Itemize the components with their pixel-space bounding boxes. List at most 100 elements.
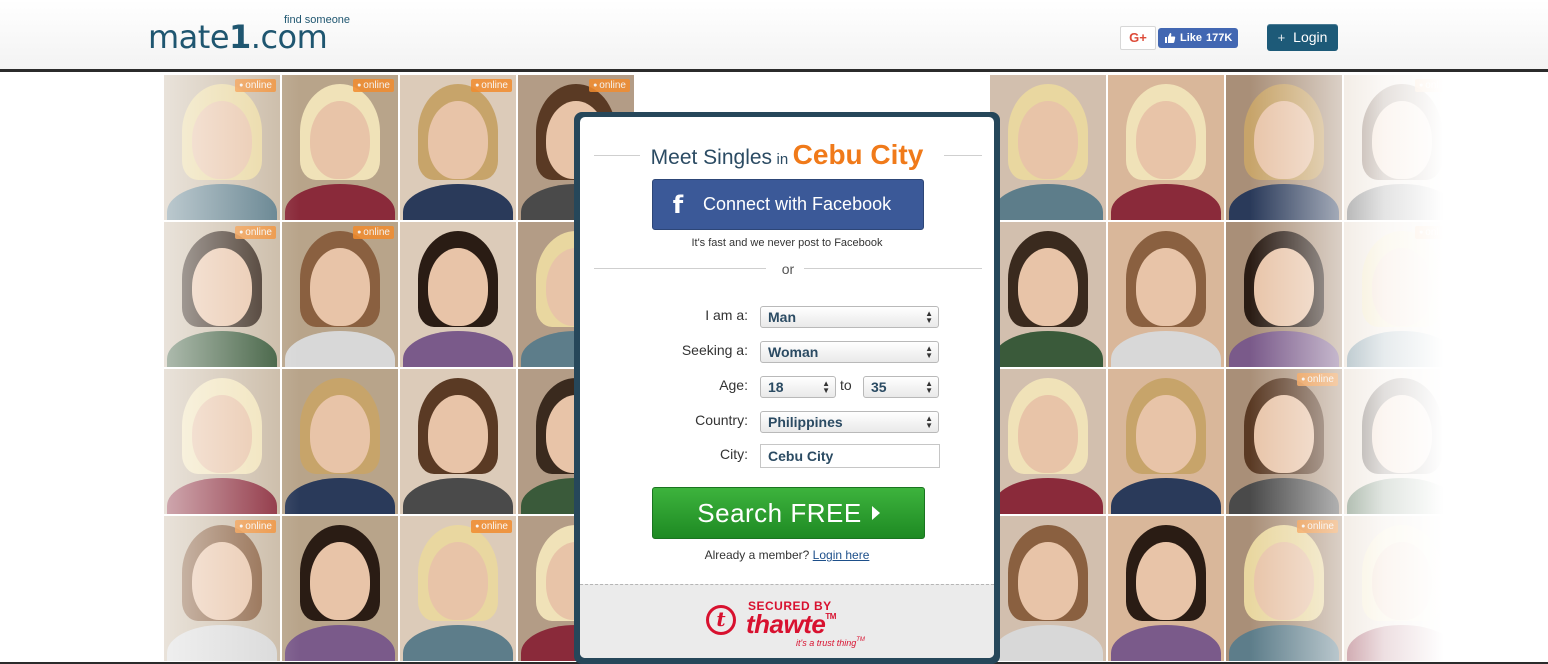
photo-body — [167, 331, 277, 367]
photo-body — [1229, 625, 1339, 661]
online-badge: online — [589, 79, 630, 92]
photo-face — [1372, 542, 1432, 621]
photo-face — [428, 101, 488, 180]
member-photo[interactable]: online — [1344, 222, 1460, 367]
photo-face — [1254, 542, 1314, 621]
headline-city: Cebu City — [792, 139, 924, 170]
photo-body — [993, 625, 1103, 661]
logo-text: mate — [148, 18, 230, 56]
photo-face — [1136, 248, 1196, 327]
select-arrows-icon: ▲ ▼ — [925, 344, 933, 360]
photo-body — [285, 184, 395, 220]
thawte-seal[interactable]: t SECURED BY thawteTM it's a trust thing… — [706, 599, 876, 648]
member-photo[interactable] — [1108, 369, 1224, 514]
photo-face — [310, 542, 370, 621]
online-badge: online — [353, 79, 394, 92]
member-photo[interactable] — [990, 75, 1106, 220]
select-arrows-icon: ▲ ▼ — [925, 414, 933, 430]
photo-body — [1111, 478, 1221, 514]
select-arrows-icon: ▲ ▼ — [925, 309, 933, 325]
member-text: Already a member? — [704, 548, 810, 562]
member-photo[interactable] — [400, 369, 516, 514]
panel-headline: Meet Singles in Cebu City — [580, 139, 994, 171]
facebook-like-button[interactable]: Like 177K — [1158, 28, 1239, 48]
age-to-select[interactable]: 35 ▲ ▼ — [863, 376, 939, 398]
member-photo[interactable] — [1344, 369, 1460, 514]
member-photo[interactable] — [990, 222, 1106, 367]
member-photo[interactable]: online — [164, 516, 280, 661]
photo-face — [192, 542, 252, 621]
photo-body — [285, 625, 395, 661]
member-photo[interactable]: online — [1344, 75, 1460, 220]
login-here-link[interactable]: Login here — [813, 548, 870, 562]
member-photo[interactable]: online — [282, 75, 398, 220]
age-row: Age: 18 ▲ ▼ to 35 ▲ ▼ — [580, 376, 994, 400]
photo-face — [192, 395, 252, 474]
member-photo[interactable] — [990, 369, 1106, 514]
photo-face — [428, 248, 488, 327]
seeking-select[interactable]: Woman ▲ ▼ — [760, 341, 939, 363]
online-badge: online — [471, 520, 512, 533]
i-am-row: I am a: Man ▲ ▼ — [580, 306, 994, 330]
member-photo[interactable] — [282, 516, 398, 661]
photo-body — [1111, 184, 1221, 220]
connect-facebook-label: Connect with Facebook — [703, 194, 892, 214]
city-input[interactable] — [760, 444, 940, 468]
online-badge: online — [471, 79, 512, 92]
member-photo[interactable]: online — [1226, 516, 1342, 661]
seeking-label: Seeking a: — [681, 342, 748, 358]
member-photo[interactable]: online — [282, 222, 398, 367]
search-free-button[interactable]: Search FREE — [652, 487, 925, 539]
headline-in: in — [776, 151, 789, 168]
member-photo[interactable] — [1226, 222, 1342, 367]
security-footer: t SECURED BY thawteTM it's a trust thing… — [580, 584, 994, 658]
photo-face — [1018, 101, 1078, 180]
online-badge: online — [235, 79, 276, 92]
photo-face — [192, 248, 252, 327]
header-login-button[interactable]: + Login — [1267, 24, 1338, 51]
member-photo[interactable]: online — [400, 75, 516, 220]
age-to-value: 35 — [871, 379, 887, 395]
member-photo[interactable] — [1226, 75, 1342, 220]
member-photo[interactable]: online — [164, 222, 280, 367]
photo-body — [1347, 184, 1457, 220]
country-select[interactable]: Philippines ▲ ▼ — [760, 411, 939, 433]
photo-face — [1018, 248, 1078, 327]
member-photo[interactable] — [990, 516, 1106, 661]
online-badge: online — [353, 226, 394, 239]
member-photo[interactable] — [1344, 516, 1460, 661]
photo-face — [310, 395, 370, 474]
photo-face — [1254, 101, 1314, 180]
photo-face — [1254, 248, 1314, 327]
member-photo[interactable] — [1108, 222, 1224, 367]
logo-one: 1 — [229, 18, 251, 56]
facebook-f-icon: f — [672, 190, 684, 219]
age-from-select[interactable]: 18 ▲ ▼ — [760, 376, 836, 398]
member-login-prompt: Already a member? Login here — [580, 548, 994, 562]
member-photo[interactable]: online — [400, 516, 516, 661]
member-photo[interactable]: online — [164, 75, 280, 220]
photo-face — [1372, 101, 1432, 180]
like-count: 177K — [1206, 32, 1233, 44]
connect-facebook-button[interactable]: f Connect with Facebook — [652, 179, 924, 230]
photo-body — [1111, 331, 1221, 367]
member-photo[interactable] — [1108, 516, 1224, 661]
country-label: Country: — [695, 412, 748, 428]
photo-body — [403, 184, 513, 220]
online-badge: online — [235, 520, 276, 533]
photo-body — [993, 331, 1103, 367]
city-label: City: — [720, 446, 748, 462]
member-photo[interactable] — [282, 369, 398, 514]
member-photo[interactable]: online — [1226, 369, 1342, 514]
member-photo[interactable] — [164, 369, 280, 514]
i-am-select[interactable]: Man ▲ ▼ — [760, 306, 939, 328]
photo-body — [403, 625, 513, 661]
member-photo[interactable] — [400, 222, 516, 367]
photo-face — [1254, 395, 1314, 474]
age-label: Age: — [719, 377, 748, 393]
photo-face — [428, 395, 488, 474]
member-photo[interactable] — [1108, 75, 1224, 220]
photo-body — [403, 478, 513, 514]
online-badge: online — [1415, 79, 1456, 92]
google-plus-button[interactable]: G+ — [1120, 26, 1156, 50]
